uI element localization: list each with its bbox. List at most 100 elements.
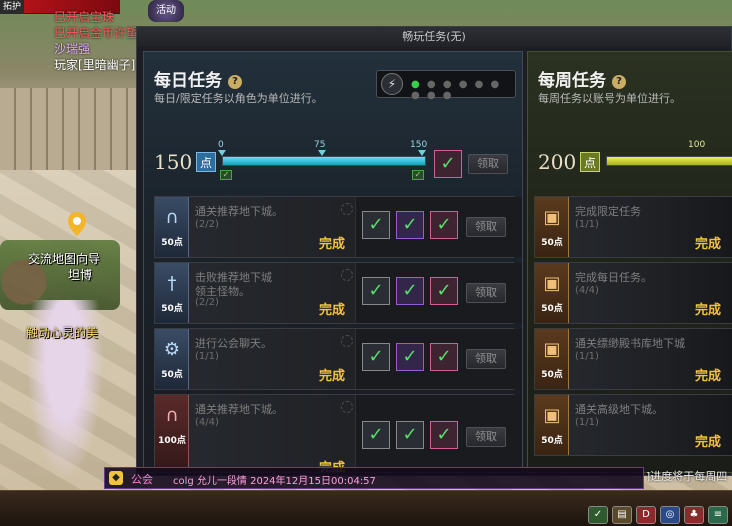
background-wall (0, 88, 140, 178)
daily-task-2: † 50点 击败推荐地下城 领主怪物。 (2/2) 完成 ✓ ✓ ✓ 领取 (154, 262, 522, 324)
check-icon: ✓ (434, 150, 462, 178)
task-points: 100点 (158, 436, 186, 446)
quest-panel: 畅玩任务(无) 每日任务? 每日/限定任务以角色为单位进行。 ⚡ ● ● ● ●… (136, 26, 732, 476)
gear-icon: ⚙ (163, 339, 181, 360)
task-progress: (4/4) (575, 285, 599, 296)
weekly-heading-text: 每周任务 (538, 71, 606, 91)
help-icon[interactable]: ? (612, 75, 626, 89)
location-pin-icon[interactable] (68, 212, 86, 236)
dungeon-icon: ∩ (165, 207, 179, 228)
daily-progress-fill (223, 157, 425, 165)
daily-task-3: ⚙ 50点 进行公会聊天。 (1/1) 完成 ✓ ✓ ✓ 领取 (154, 328, 522, 390)
task-status: 完成 (695, 237, 722, 252)
calendar-icon: ▣ (543, 273, 561, 294)
daily-heading: 每日任务? (154, 66, 242, 91)
check-icon: ✓ (430, 277, 458, 305)
task-icon-tab: ▣ 50点 (535, 329, 569, 389)
gear-icon (341, 401, 353, 413)
weekly-task-2: ▣ 50点 完成每日任务。 (4/4) 完成 (534, 262, 732, 324)
chat-channel-tag[interactable]: 公会 (131, 471, 153, 487)
task-name: 完成限定任务 (575, 205, 641, 218)
weekly-task-3: ▣ 50点 通关缥缈殿书库地下城 (1/1) 完成 (534, 328, 732, 390)
dungeon-icon: ∩ (165, 405, 179, 426)
claim-button[interactable]: 领取 (466, 283, 506, 303)
claim-button[interactable]: 领取 (466, 349, 506, 369)
daily-tick-0: 0 (218, 140, 224, 150)
daily-progress-bar (222, 156, 426, 166)
check-icon: ✓ (396, 211, 424, 239)
weekly-task-4: ▣ 50点 通关高级地下城。 (1/1) 完成 (534, 394, 732, 456)
check-icon: ✓ (430, 343, 458, 371)
lightning-icon: ⚡ (381, 73, 403, 95)
daily-task-4: ∩ 100点 通关推荐地下城。 (4/4) 完成 ✓ ✓ ✓ 领取 (154, 394, 522, 472)
task-progress: (1/1) (575, 351, 599, 362)
task-icon-tab: ▣ 50点 (535, 395, 569, 455)
hud-level-label: 拓护 (0, 0, 25, 14)
chat-message: colg 允儿一段情 2024年12月15日00:04:57 (173, 476, 376, 487)
check-icon: ✓ (362, 277, 390, 305)
claim-button[interactable]: 领取 (468, 154, 508, 174)
check-icon: ✓ (396, 277, 424, 305)
daily-heading-text: 每日任务 (154, 71, 222, 91)
task-points: 50点 (541, 238, 563, 248)
bag-icon[interactable]: ▤ (612, 506, 632, 524)
chat-right-text: ]进度将于每周四 (646, 470, 728, 483)
gear-icon (341, 269, 353, 281)
task-name: 通关推荐地下城。 (195, 403, 283, 416)
calendar-icon: ▣ (543, 207, 561, 228)
calendar-icon: ▣ (543, 339, 561, 360)
task-progress: (1/1) (575, 219, 599, 230)
daily-subtitle: 每日/限定任务以角色为单位进行。 (154, 92, 323, 105)
npc-guide-title[interactable]: 交流地图向导 (28, 250, 100, 267)
task-status: 完成 (319, 237, 346, 252)
task-progress: (2/2) (195, 297, 219, 308)
daily-tick-75: 75 (314, 140, 326, 150)
task-icon-tab: ∩ 100点 (155, 395, 189, 472)
task-icon-tab: ⚙ 50点 (155, 329, 189, 389)
menu-icon[interactable]: ≡ (708, 506, 728, 524)
weekly-progress-fill (607, 157, 732, 165)
claim-button[interactable]: 领取 (466, 427, 506, 447)
daily-quest-column: 每日任务? 每日/限定任务以角色为单位进行。 ⚡ ● ● ● ● ● ● ● ●… (143, 51, 523, 473)
weekly-points-unit: 点 (580, 152, 600, 172)
check-icon: ✓ (396, 421, 424, 449)
weekly-points: 200 (538, 150, 577, 174)
check-icon: ✓ (220, 170, 232, 180)
daily-badge-box: ⚡ ● ● ● ● ● ● ● ● ● (376, 70, 516, 101)
task-status: 完成 (319, 303, 346, 318)
help-icon[interactable]: ? (228, 75, 242, 89)
check-icon: ✓ (362, 343, 390, 371)
chat-bar[interactable]: ◆ 公会 colg 允儿一段情 2024年12月15日00:04:57 (104, 467, 644, 489)
task-points: 50点 (161, 238, 183, 248)
hud-notice-3: 沙瑞强 (54, 42, 91, 56)
check-icon: ✓ (396, 343, 424, 371)
calendar-icon: ▣ (543, 405, 561, 426)
gear-icon (341, 335, 353, 347)
d-icon[interactable]: D (636, 506, 656, 524)
sword-icon: † (167, 273, 177, 294)
task-status: 完成 (695, 435, 722, 450)
task-icon-tab: † 50点 (155, 263, 189, 323)
task-progress: (1/1) (195, 351, 219, 362)
check-icon: ✓ (430, 421, 458, 449)
reward-area: ✓ ✓ ✓ 领取 (355, 395, 522, 472)
weekly-tick-100: 100 (688, 140, 706, 150)
check-icon: ✓ (362, 421, 390, 449)
task-points: 50点 (541, 370, 563, 380)
npc-guide-name[interactable]: 坦博 (68, 266, 92, 283)
hud-notice-4: 玩家[里暗幽子] (54, 58, 136, 72)
check-icon: ✓ (412, 170, 424, 180)
activity-button[interactable]: 活动 (148, 0, 184, 22)
mushroom-icon[interactable]: ♣ (684, 506, 704, 524)
weekly-task-1: ▣ 50点 完成限定任务 (1/1) 完成 (534, 196, 732, 258)
globe-icon[interactable]: ◎ (660, 506, 680, 524)
task-progress: (4/4) (195, 417, 219, 428)
claim-button[interactable]: 领取 (466, 217, 506, 237)
check-icon[interactable]: ✓ (588, 506, 608, 524)
weekly-heading: 每周任务? (538, 66, 626, 91)
task-points: 50点 (161, 304, 183, 314)
weekly-quest-column: 每周任务? 每周任务以账号为单位进行。 200 点 100 ▣ 50点 完成限定… (527, 51, 732, 473)
task-points: 50点 (541, 304, 563, 314)
task-name: 通关缥缈殿书库地下城 (575, 337, 685, 350)
task-name: 进行公会聊天。 (195, 337, 272, 350)
